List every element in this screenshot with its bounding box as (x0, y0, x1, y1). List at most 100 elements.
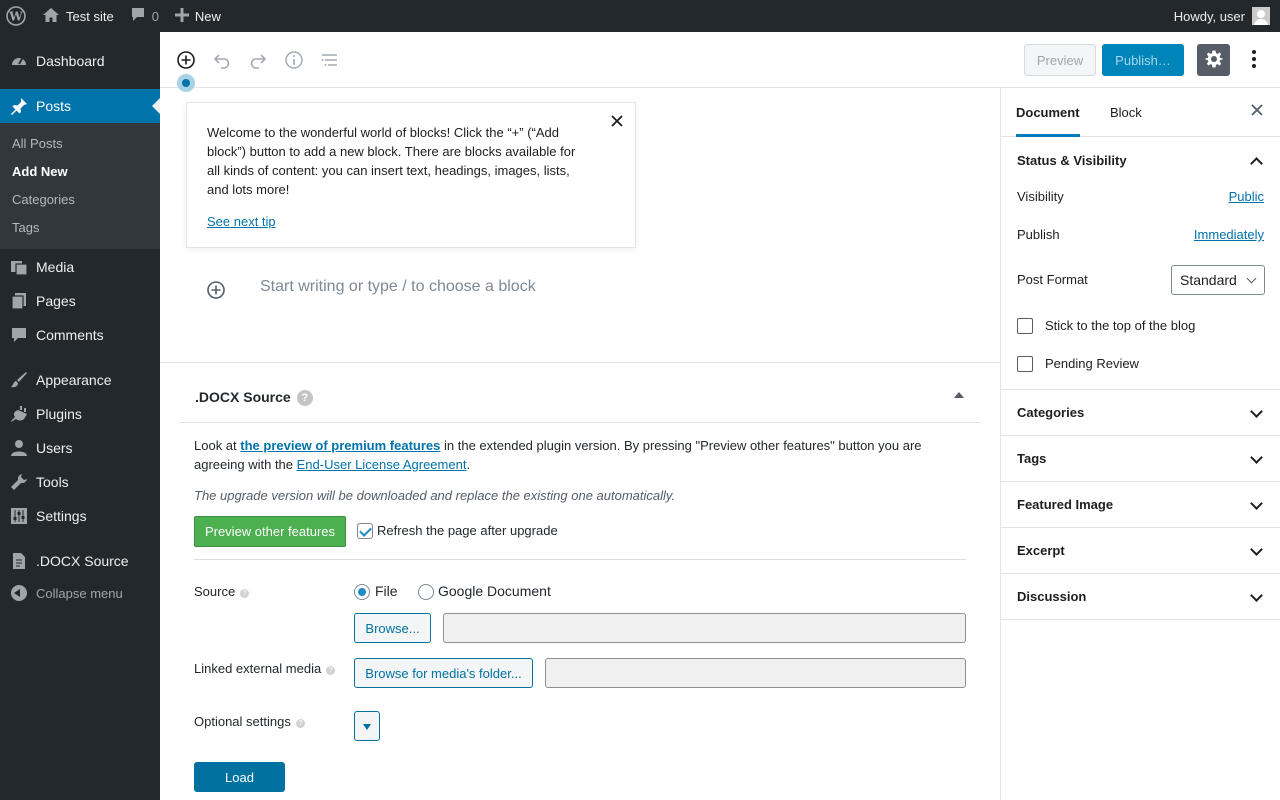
admin-menu: Dashboard Posts All Posts Add New Catego… (0, 32, 160, 800)
panel-status-visibility[interactable]: Status & Visibility (1017, 153, 1127, 168)
refresh-after-upgrade-label: Refresh the page after upgrade (377, 523, 558, 538)
browse-file-button[interactable]: Browse... (354, 613, 431, 643)
pending-review-label: Pending Review (1045, 356, 1139, 371)
settings-sidebar: Document Block Status & Visibility Visib… (1000, 88, 1280, 800)
meta-boxes-area (160, 362, 1000, 800)
chevron-down-icon[interactable] (1250, 405, 1263, 418)
chevron-down-icon[interactable] (1250, 451, 1263, 464)
menu-label-settings: Settings (36, 508, 87, 524)
collapse-menu-button[interactable]: Collapse menu (0, 576, 160, 610)
close-icon[interactable] (611, 113, 623, 132)
pending-review-checkbox[interactable] (1017, 356, 1033, 372)
block-appender-placeholder[interactable]: Start writing or type / to choose a bloc… (260, 278, 536, 296)
close-sidebar-icon[interactable] (1251, 103, 1263, 121)
submenu-tags[interactable]: Tags (12, 220, 39, 235)
inline-add-block-icon[interactable] (206, 280, 226, 300)
redo-icon[interactable] (248, 50, 268, 70)
menu-label-docx-source: .DOCX Source (36, 553, 129, 569)
upgrade-note: The upgrade version will be downloaded a… (194, 488, 676, 503)
see-next-tip-link[interactable]: See next tip (207, 212, 583, 231)
menu-item-settings[interactable]: Settings (0, 499, 160, 533)
menu-item-appearance[interactable]: Appearance (0, 363, 160, 397)
tab-block[interactable]: Block (1110, 88, 1142, 137)
help-icon[interactable]: ? (295, 719, 305, 728)
eula-link[interactable]: End-User License Agreement (297, 457, 467, 472)
vertical-ellipsis-icon (1251, 49, 1257, 72)
chevron-down-icon[interactable] (1250, 543, 1263, 556)
more-options-button[interactable] (1244, 46, 1264, 74)
menu-label-plugins: Plugins (36, 406, 82, 422)
stick-to-top-label: Stick to the top of the blog (1045, 318, 1196, 333)
source-google-doc-radio[interactable] (418, 584, 434, 600)
media-folder-path-field (545, 658, 966, 688)
undo-icon[interactable] (212, 50, 232, 70)
chevron-up-icon[interactable] (1250, 157, 1263, 170)
submenu-add-new[interactable]: Add New (12, 164, 68, 179)
wordpress-logo-icon[interactable]: W (0, 0, 34, 32)
my-account-link[interactable]: Howdy, user (1166, 0, 1280, 32)
publish-date-link[interactable]: Immediately (1194, 227, 1264, 242)
chevron-down-icon[interactable] (1250, 497, 1263, 510)
stick-to-top-checkbox[interactable] (1017, 318, 1033, 334)
home-icon (42, 7, 60, 26)
premium-features-link[interactable]: the preview of premium features (240, 438, 440, 453)
section-divider (194, 559, 966, 560)
new-content-link[interactable]: New (167, 0, 229, 32)
info-icon[interactable] (284, 50, 304, 70)
panel-featured-image[interactable]: Featured Image (1017, 497, 1113, 512)
comment-bubble-icon (130, 7, 146, 25)
settings-toggle-button[interactable] (1197, 44, 1230, 76)
refresh-after-upgrade-checkbox[interactable] (357, 523, 373, 539)
menu-item-plugins[interactable]: Plugins (0, 397, 160, 431)
menu-item-docx-source[interactable]: .DOCX Source (0, 544, 160, 578)
menu-label-media: Media (36, 259, 75, 275)
comments-count: 0 (151, 8, 159, 24)
comments-link[interactable]: 0 (122, 0, 167, 32)
preview-button[interactable]: Preview (1024, 44, 1096, 76)
panel-excerpt[interactable]: Excerpt (1017, 543, 1065, 558)
submenu-all-posts[interactable]: All Posts (12, 136, 63, 151)
source-file-radio[interactable] (354, 584, 370, 600)
site-name-link[interactable]: Test site (34, 0, 122, 32)
plus-icon (174, 7, 189, 25)
new-label: New (194, 8, 221, 24)
optional-settings-dropdown-button[interactable] (354, 711, 380, 741)
add-block-icon[interactable] (176, 50, 196, 70)
panel-discussion[interactable]: Discussion (1017, 589, 1086, 604)
source-google-doc-label: Google Document (438, 583, 551, 599)
menu-item-comments[interactable]: Comments (0, 318, 160, 352)
menu-item-dashboard[interactable]: Dashboard (0, 44, 160, 78)
preview-other-features-button[interactable]: Preview other features (194, 516, 346, 547)
paintbrush-icon (10, 371, 28, 389)
post-format-select[interactable]: Standard (1171, 265, 1265, 295)
metabox-collapse-arrow-icon[interactable] (954, 392, 964, 398)
menu-label-users: Users (36, 440, 73, 456)
menu-item-posts[interactable]: Posts (0, 89, 160, 123)
publish-label: Publish (1017, 227, 1060, 242)
publish-button[interactable]: Publish… (1102, 44, 1184, 76)
load-button[interactable]: Load (194, 762, 285, 792)
wrench-icon (10, 473, 28, 491)
help-icon[interactable]: ? (326, 666, 336, 675)
tab-document[interactable]: Document (1016, 88, 1080, 137)
avatar (1252, 7, 1270, 25)
menu-item-media[interactable]: Media (0, 250, 160, 284)
menu-item-users[interactable]: Users (0, 431, 160, 465)
chevron-down-icon[interactable] (1250, 589, 1263, 602)
post-format-label: Post Format (1017, 272, 1088, 287)
premium-features-notice: Look at the preview of premium features … (194, 438, 922, 472)
editor-header-toolbar: Preview Publish… (160, 32, 1280, 92)
visibility-value-link[interactable]: Public (1229, 189, 1264, 204)
help-question-icon[interactable]: ? (296, 390, 313, 406)
menu-item-pages[interactable]: Pages (0, 284, 160, 318)
submenu-categories[interactable]: Categories (12, 192, 75, 207)
docx-source-metabox-title[interactable]: .DOCX Source? (195, 389, 313, 406)
menu-label-appearance: Appearance (36, 372, 112, 388)
menu-item-tools[interactable]: Tools (0, 465, 160, 499)
panel-tags[interactable]: Tags (1017, 451, 1046, 466)
panel-categories[interactable]: Categories (1017, 405, 1084, 420)
menu-label-dashboard: Dashboard (36, 53, 105, 69)
block-navigation-icon[interactable] (320, 50, 340, 70)
browse-media-folder-button[interactable]: Browse for media's folder... (354, 658, 533, 688)
help-icon[interactable]: ? (240, 589, 250, 598)
